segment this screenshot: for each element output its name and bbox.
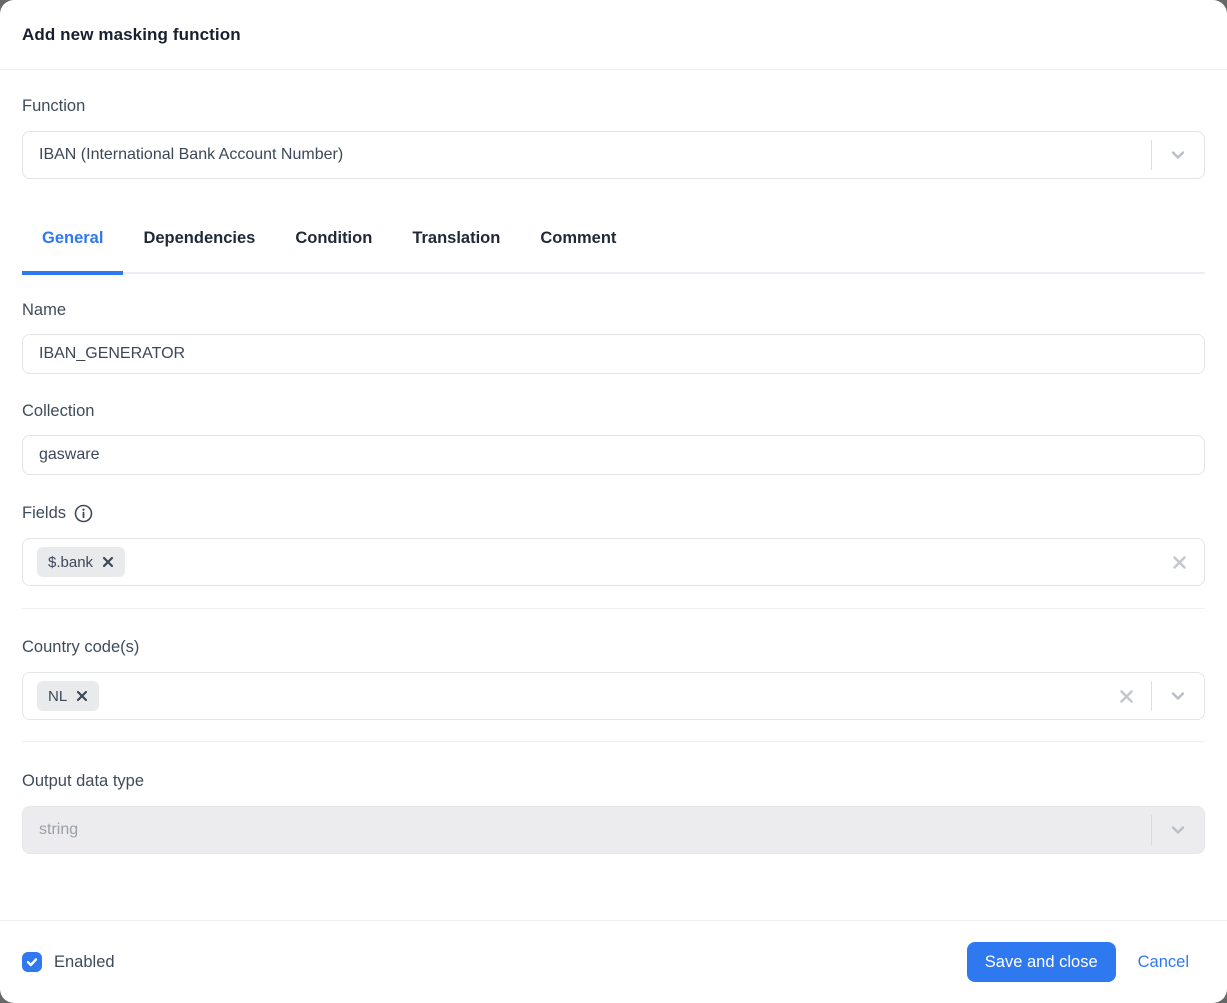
tab-bar: General Dependencies Condition Translati… <box>22 229 1205 274</box>
clear-x-icon[interactable] <box>1154 554 1204 571</box>
chevron-down-icon[interactable] <box>1152 146 1204 164</box>
chevron-down-icon[interactable] <box>1152 687 1204 705</box>
remove-x-icon[interactable] <box>102 556 114 568</box>
collection-input[interactable] <box>22 435 1205 475</box>
tab-translation[interactable]: Translation <box>392 229 520 272</box>
country-chip: NL <box>37 681 99 711</box>
country-chip-label: NL <box>48 688 67 705</box>
modal-footer: Enabled Save and close Cancel <box>0 920 1227 1003</box>
function-select-value: IBAN (International Bank Account Number) <box>39 146 1151 164</box>
save-and-close-button[interactable]: Save and close <box>967 942 1116 982</box>
name-label: Name <box>22 301 1205 320</box>
collection-label: Collection <box>22 402 1205 421</box>
enabled-checkbox[interactable] <box>22 952 42 972</box>
tab-general[interactable]: General <box>22 229 123 272</box>
tab-condition[interactable]: Condition <box>275 229 392 272</box>
function-label: Function <box>22 97 1205 116</box>
modal-title: Add new masking function <box>22 25 1205 45</box>
country-codes-label: Country code(s) <box>22 638 1205 657</box>
field-chip-label: $.bank <box>48 554 93 571</box>
fields-label: Fields <box>22 504 1205 523</box>
tab-comment[interactable]: Comment <box>520 229 636 272</box>
checkmark-icon <box>26 956 38 968</box>
function-select[interactable]: IBAN (International Bank Account Number) <box>22 131 1205 179</box>
output-data-type-select: string <box>22 806 1205 854</box>
modal-body: Function IBAN (International Bank Accoun… <box>0 70 1227 920</box>
clear-x-icon[interactable] <box>1101 688 1151 705</box>
fields-multiselect[interactable]: $.bank <box>22 538 1205 586</box>
field-chip: $.bank <box>37 547 125 577</box>
info-circle-icon[interactable] <box>74 504 93 523</box>
country-codes-multiselect[interactable]: NL <box>22 672 1205 720</box>
chevron-down-icon <box>1152 821 1204 839</box>
output-data-type-label: Output data type <box>22 772 1205 791</box>
modal-header: Add new masking function <box>0 0 1227 70</box>
remove-x-icon[interactable] <box>76 690 88 702</box>
cancel-link[interactable]: Cancel <box>1138 953 1189 972</box>
name-input[interactable] <box>22 334 1205 374</box>
enabled-label: Enabled <box>54 953 115 972</box>
output-data-type-value: string <box>39 821 1151 839</box>
tab-dependencies[interactable]: Dependencies <box>123 229 275 272</box>
section-divider <box>22 608 1205 609</box>
section-divider <box>22 741 1205 742</box>
add-masking-function-modal: Add new masking function Function IBAN (… <box>0 0 1227 1003</box>
